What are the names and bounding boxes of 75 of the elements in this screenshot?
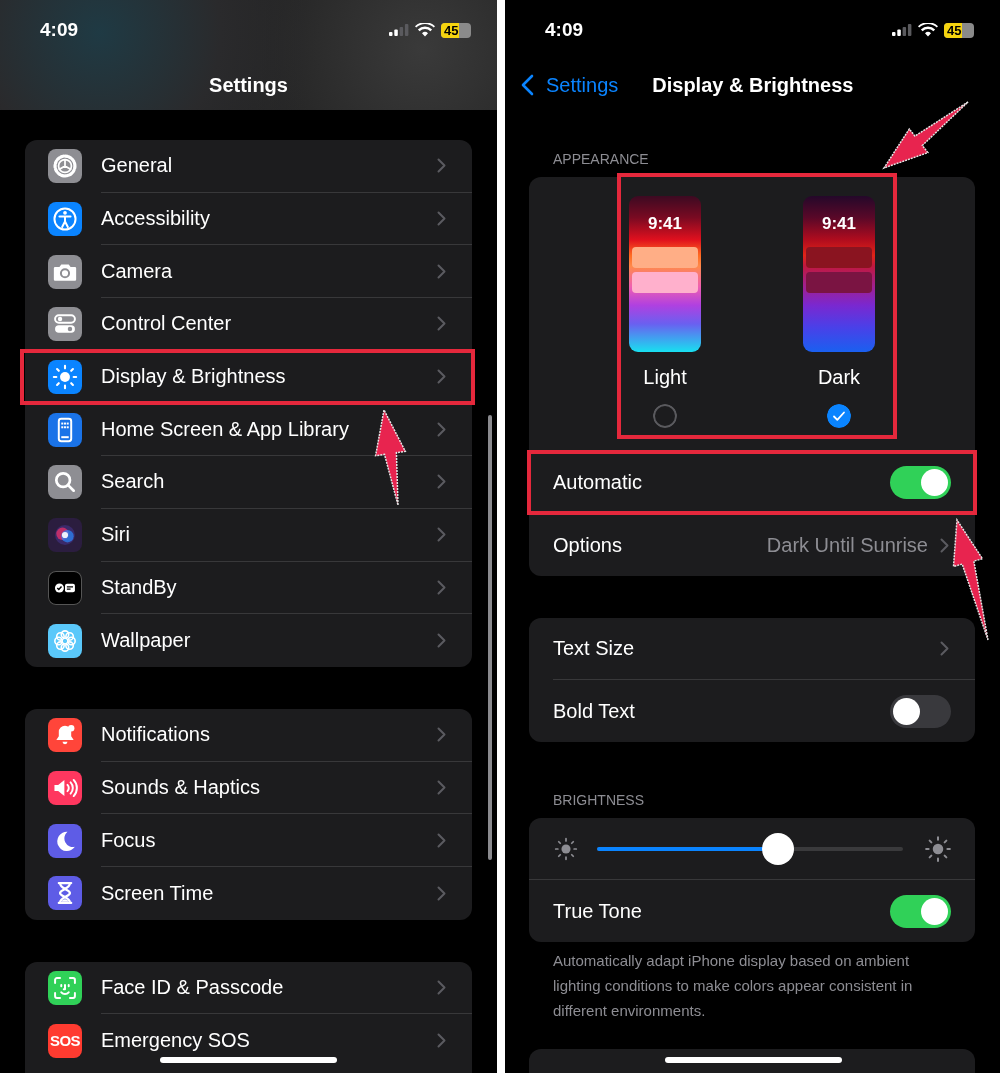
preview-time: 9:41 bbox=[648, 214, 682, 234]
settings-item[interactable]: Screen Time bbox=[101, 881, 214, 905]
chevron-icon bbox=[437, 527, 446, 543]
toggle-switch[interactable] bbox=[890, 466, 951, 499]
brightness-slider[interactable] bbox=[597, 832, 903, 865]
setting-label: Text Size bbox=[553, 637, 635, 660]
radio-button[interactable] bbox=[653, 404, 677, 428]
settings-item[interactable]: Focus bbox=[101, 828, 156, 852]
setting-label: Options bbox=[553, 533, 622, 557]
chevron-icon bbox=[437, 779, 446, 795]
radio-checked[interactable] bbox=[827, 404, 851, 428]
settings-item[interactable]: Wallpaper bbox=[101, 629, 191, 653]
settings-item[interactable]: Siri bbox=[101, 523, 130, 547]
setting-value: Dark Until Sunrise bbox=[766, 533, 928, 557]
appearance-preview[interactable]: 9:41 bbox=[629, 196, 701, 352]
chevron-icon bbox=[437, 1033, 446, 1049]
settings-item[interactable]: Notifications bbox=[101, 723, 210, 747]
chevron-icon bbox=[437, 579, 446, 595]
option-label: Dark bbox=[817, 365, 861, 389]
footer-note: Automatically adapt iPhone display based on ambient lighting conditions to make colors appear consistent in different environments. bbox=[553, 951, 914, 1021]
slider-thumb[interactable] bbox=[761, 832, 794, 865]
setting-label: True Tone bbox=[553, 899, 642, 923]
battery-percent: 45 bbox=[944, 22, 962, 38]
chevron-icon bbox=[437, 727, 446, 743]
status-time: 4:09 bbox=[40, 19, 79, 41]
chevron-icon bbox=[940, 641, 949, 656]
chevron-icon bbox=[437, 263, 446, 279]
section-header: APPEARANCE bbox=[553, 150, 650, 168]
chevron-icon bbox=[437, 633, 446, 649]
toggle-switch[interactable] bbox=[890, 894, 951, 928]
chevron-icon bbox=[437, 316, 446, 332]
settings-item[interactable]: Search bbox=[101, 470, 165, 494]
appearance-preview[interactable]: 9:41 bbox=[803, 196, 875, 352]
widget-bar bbox=[806, 247, 872, 268]
settings-item[interactable]: Sounds & Haptics bbox=[101, 775, 260, 799]
wifi-icon bbox=[918, 23, 938, 37]
widget-bar bbox=[632, 247, 698, 268]
status-time: 4:09 bbox=[545, 19, 584, 41]
settings-item[interactable]: Face ID & Passcode bbox=[101, 975, 284, 999]
chevron-icon bbox=[437, 158, 446, 174]
settings-item[interactable]: Control Center bbox=[101, 312, 232, 336]
signal-icon bbox=[389, 24, 409, 36]
widget-bar bbox=[632, 272, 698, 293]
settings-item[interactable]: General bbox=[101, 154, 173, 178]
section-header: BRIGHTNESS bbox=[553, 791, 645, 809]
chevron-icon bbox=[437, 832, 446, 848]
chevron-icon bbox=[437, 369, 446, 385]
setting-label: Automatic bbox=[553, 471, 642, 494]
settings-item[interactable]: StandBy bbox=[101, 575, 177, 599]
chevron-icon bbox=[940, 537, 949, 553]
settings-item[interactable]: Accessibility bbox=[101, 207, 210, 231]
preview-time: 9:41 bbox=[822, 214, 856, 234]
signal-icon bbox=[892, 24, 912, 36]
wifi-icon bbox=[415, 23, 435, 37]
settings-item[interactable]: Home Screen & App Library bbox=[101, 417, 349, 441]
settings-item[interactable]: Display & Brightness bbox=[101, 365, 286, 389]
screen-title: Display & Brightness bbox=[652, 73, 854, 97]
chevron-icon bbox=[437, 979, 446, 995]
chevron-icon bbox=[437, 421, 446, 437]
sun-icon bbox=[923, 833, 953, 864]
back-link[interactable]: Settings bbox=[546, 73, 619, 97]
toggle-switch[interactable] bbox=[890, 694, 951, 728]
icon-text: SOS bbox=[49, 1032, 81, 1050]
option-label: Light bbox=[643, 365, 687, 389]
widget-bar bbox=[806, 272, 872, 293]
settings-item[interactable]: Emergency SOS bbox=[101, 1029, 250, 1053]
chevron-icon bbox=[437, 474, 446, 490]
settings-item[interactable]: Camera bbox=[101, 259, 173, 283]
setting-label: Bold Text bbox=[553, 699, 635, 723]
sun-icon bbox=[553, 835, 579, 862]
battery-percent: 45 bbox=[441, 22, 459, 38]
chevron-icon bbox=[437, 885, 446, 901]
chevron-icon bbox=[437, 211, 446, 227]
screen-title: Settings bbox=[208, 73, 289, 98]
back-icon[interactable] bbox=[521, 74, 534, 96]
